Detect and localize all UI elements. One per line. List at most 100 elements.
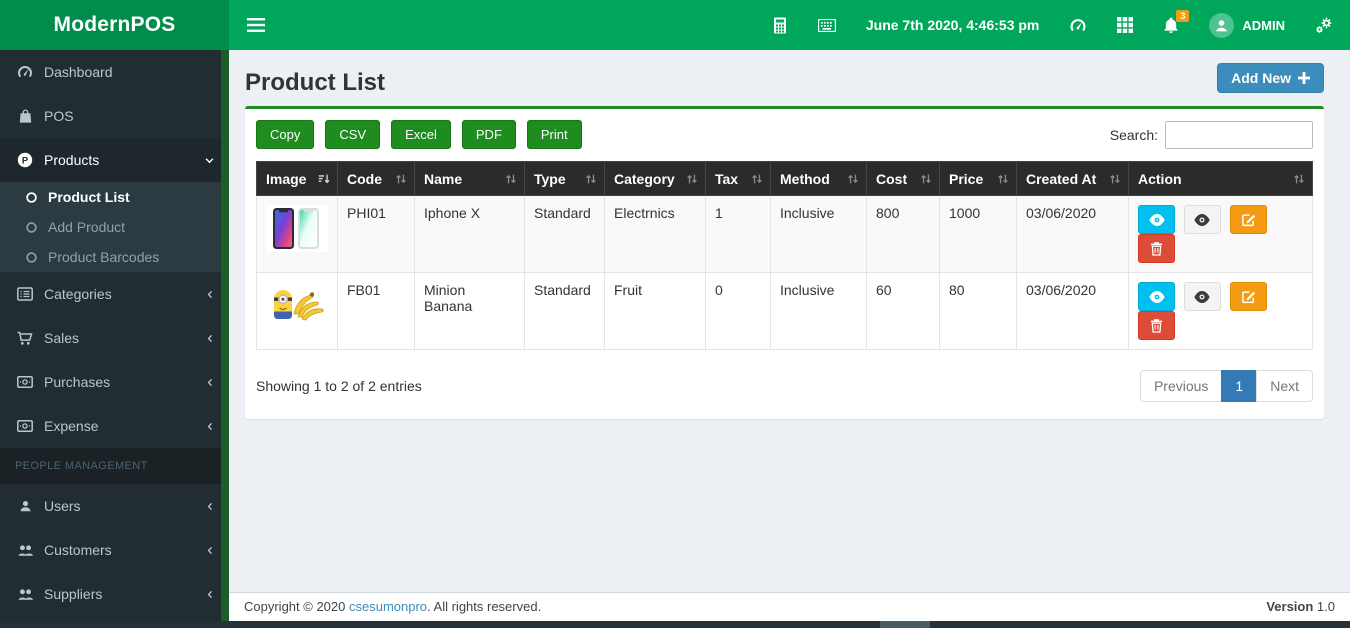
cell-method: Inclusive bbox=[770, 272, 867, 350]
table-row: FB01 Minion Banana Standard Fruit 0 Incl… bbox=[256, 272, 1313, 350]
cart-icon bbox=[15, 331, 35, 346]
cell-name: Minion Banana bbox=[414, 272, 525, 350]
sidebar-item-products[interactable]: P Products bbox=[0, 138, 229, 182]
footer: Copyright © 2020 csesumonpro. All rights… bbox=[229, 592, 1350, 621]
circle-icon bbox=[22, 251, 40, 264]
pagination-next[interactable]: Next bbox=[1256, 370, 1313, 402]
preview-button[interactable] bbox=[1183, 205, 1221, 234]
modernpos-app: ModernPOS June 7th 2020, 4:46:53 pm 3 AD… bbox=[0, 0, 1350, 628]
eye-icon bbox=[1148, 213, 1165, 226]
column-header-price[interactable]: Price bbox=[939, 161, 1017, 196]
users-icon bbox=[15, 543, 35, 557]
sidebar-scrollbar[interactable] bbox=[221, 50, 229, 628]
chevron-left-icon bbox=[205, 545, 215, 556]
view-button[interactable] bbox=[1138, 205, 1175, 234]
column-header-method[interactable]: Method bbox=[770, 161, 867, 196]
column-header-name[interactable]: Name bbox=[414, 161, 525, 196]
sort-icon bbox=[921, 174, 931, 183]
calculator-button[interactable] bbox=[772, 17, 788, 34]
pagination-previous[interactable]: Previous bbox=[1139, 370, 1223, 402]
iphone-x-product-photo bbox=[266, 205, 328, 252]
chevron-down-icon bbox=[204, 155, 215, 166]
sidebar-item-suppliers[interactable]: Suppliers bbox=[0, 572, 229, 616]
sidebar-item-label: Products bbox=[44, 152, 100, 168]
sidebar-item-label: Product List bbox=[48, 189, 130, 205]
eye-icon bbox=[1194, 213, 1210, 226]
pdf-button[interactable]: PDF bbox=[461, 120, 516, 149]
sidebar-section-people-management: PEOPLE MANAGEMENT bbox=[0, 448, 229, 484]
gears-icon bbox=[1316, 17, 1332, 33]
search-input[interactable] bbox=[1165, 120, 1313, 149]
horizontal-scrollbar[interactable] bbox=[0, 621, 1350, 628]
search-label: Search: bbox=[1109, 126, 1158, 143]
sidebar-item-product-barcodes[interactable]: Product Barcodes bbox=[0, 242, 229, 272]
sidebar-item-label: Expense bbox=[44, 418, 99, 434]
user-menu[interactable]: ADMIN bbox=[1209, 12, 1285, 38]
sort-icon bbox=[586, 174, 596, 183]
datetime-display: June 7th 2020, 4:46:53 pm bbox=[865, 17, 1040, 33]
column-header-tax[interactable]: Tax bbox=[705, 161, 771, 196]
keyboard-button[interactable] bbox=[817, 18, 836, 32]
cell-cost: 800 bbox=[866, 195, 940, 273]
column-header-action[interactable]: Action bbox=[1128, 161, 1313, 196]
column-header-type[interactable]: Type bbox=[524, 161, 605, 196]
version-text: Version 1.0 bbox=[1266, 599, 1335, 614]
print-button[interactable]: Print bbox=[526, 120, 582, 149]
sidebar-item-expense[interactable]: Expense bbox=[0, 404, 229, 448]
csv-button[interactable]: CSV bbox=[325, 120, 381, 149]
settings-button[interactable] bbox=[1315, 17, 1334, 34]
column-header-category[interactable]: Category bbox=[604, 161, 706, 196]
sidebar-item-sales[interactable]: Sales bbox=[0, 316, 229, 360]
circle-icon bbox=[22, 221, 40, 234]
chevron-left-icon bbox=[205, 333, 215, 344]
csesumonpro-link[interactable]: csesumonpro bbox=[349, 599, 427, 614]
sort-icon bbox=[848, 174, 858, 183]
pagination-page-1[interactable]: 1 bbox=[1221, 370, 1258, 402]
delete-button[interactable] bbox=[1138, 234, 1175, 263]
edit-button[interactable] bbox=[1229, 282, 1267, 311]
sidebar-item-customers[interactable]: Customers bbox=[0, 528, 229, 572]
notifications-button[interactable]: 3 bbox=[1163, 9, 1190, 34]
table-row: PHI01 Iphone X Standard Electrnics 1 Inc… bbox=[256, 195, 1313, 273]
sort-icon bbox=[998, 174, 1008, 183]
sidebar-item-users[interactable]: Users bbox=[0, 484, 229, 528]
cell-created-at: 03/06/2020 bbox=[1016, 195, 1129, 273]
horizontal-scrollbar-thumb[interactable] bbox=[880, 621, 930, 628]
cell-name: Iphone X bbox=[414, 195, 525, 273]
eye-icon bbox=[1148, 290, 1165, 303]
add-new-button[interactable]: Add New bbox=[1217, 63, 1324, 93]
sort-icon bbox=[752, 174, 762, 183]
cell-created-at: 03/06/2020 bbox=[1016, 272, 1129, 350]
copy-button[interactable]: Copy bbox=[256, 120, 315, 149]
trash-icon bbox=[1150, 242, 1163, 256]
column-header-cost[interactable]: Cost bbox=[866, 161, 940, 196]
sidebar-toggle-button[interactable] bbox=[229, 0, 283, 50]
view-button[interactable] bbox=[1138, 282, 1175, 311]
dashboard-shortcut-button[interactable] bbox=[1069, 18, 1087, 33]
cell-price: 80 bbox=[939, 272, 1017, 350]
sidebar-item-label: Sales bbox=[44, 330, 80, 346]
excel-button[interactable]: Excel bbox=[391, 120, 451, 149]
app-logo[interactable]: ModernPOS bbox=[0, 0, 229, 50]
sidebar-item-purchases[interactable]: Purchases bbox=[0, 360, 229, 404]
sidebar-item-dashboard[interactable]: Dashboard bbox=[0, 50, 229, 94]
sidebar-item-label: Users bbox=[44, 498, 81, 514]
sidebar-item-pos[interactable]: POS bbox=[0, 94, 229, 138]
preview-button[interactable] bbox=[1183, 282, 1221, 311]
sort-amount-icon bbox=[318, 174, 330, 183]
apps-grid-button[interactable] bbox=[1117, 17, 1134, 33]
sidebar-item-product-list[interactable]: Product List bbox=[0, 182, 229, 212]
cell-method: Inclusive bbox=[770, 195, 867, 273]
delete-button[interactable] bbox=[1138, 311, 1175, 340]
edit-button[interactable] bbox=[1229, 205, 1267, 234]
column-header-image[interactable]: Image bbox=[256, 161, 338, 196]
column-header-created-at[interactable]: Created At bbox=[1016, 161, 1129, 196]
list-icon bbox=[15, 287, 35, 301]
cell-code: PHI01 bbox=[337, 195, 415, 273]
cell-cost: 60 bbox=[866, 272, 940, 350]
sidebar-item-categories[interactable]: Categories bbox=[0, 272, 229, 316]
column-header-code[interactable]: Code bbox=[337, 161, 415, 196]
sidebar-item-add-product[interactable]: Add Product bbox=[0, 212, 229, 242]
cell-code: FB01 bbox=[337, 272, 415, 350]
tachometer-icon bbox=[1070, 18, 1086, 31]
